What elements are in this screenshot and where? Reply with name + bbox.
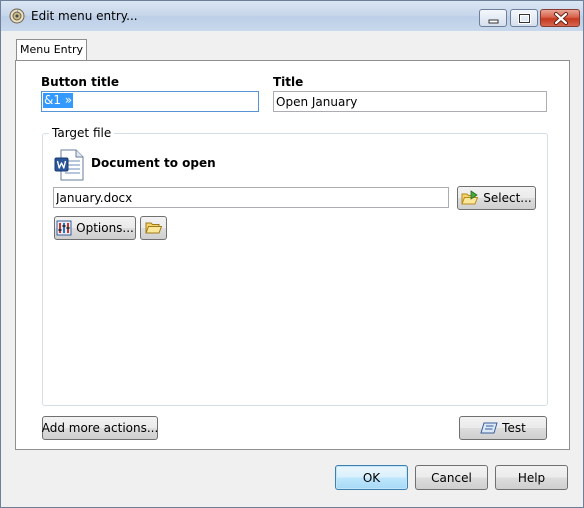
maximize-button[interactable] [510,9,538,27]
window-title: Edit menu entry... [31,9,138,23]
title-input[interactable] [273,91,547,112]
maximize-icon [518,13,531,24]
dialog-window: Edit menu entry... Menu Entry Button tit… [0,0,584,508]
tab-panel-menu-entry: Button title &1 » Title Target file Docu… [15,60,570,450]
word-document-icon [54,149,84,181]
add-more-actions-button[interactable]: Add more actions... [42,416,158,440]
button-title-label: Button title [41,75,119,89]
options-icon [56,220,72,236]
button-title-input[interactable] [41,91,259,112]
button-title-selection: &1 » [43,93,74,108]
button-title-field-wrapper: &1 » [41,91,259,112]
title-label: Title [273,75,304,89]
close-button[interactable] [540,9,580,27]
options-button[interactable]: Options... [54,216,136,240]
test-button-label: Test [502,421,526,435]
help-button[interactable]: Help [495,465,568,490]
open-folder-icon [144,220,163,236]
minimize-button[interactable] [479,9,507,27]
target-file-group-label: Target file [49,126,115,140]
folder-arrow-icon [461,190,479,206]
title-bar[interactable]: Edit menu entry... [1,1,583,31]
close-icon [554,12,568,25]
select-file-button-label: Select... [483,191,532,205]
ok-button[interactable]: OK [335,465,408,490]
open-folder-button[interactable] [140,216,167,240]
options-button-label: Options... [76,221,134,235]
app-icon [9,8,25,24]
tab-bar: Menu Entry [1,31,583,61]
target-file-group [42,133,548,406]
test-icon [480,421,498,435]
tab-menu-entry[interactable]: Menu Entry [16,39,87,61]
document-to-open-heading: Document to open [91,156,216,170]
target-file-input[interactable] [53,187,449,208]
cancel-button[interactable]: Cancel [415,465,488,490]
test-button[interactable]: Test [459,416,547,440]
select-file-button[interactable]: Select... [457,186,536,210]
minimize-icon [488,19,499,24]
